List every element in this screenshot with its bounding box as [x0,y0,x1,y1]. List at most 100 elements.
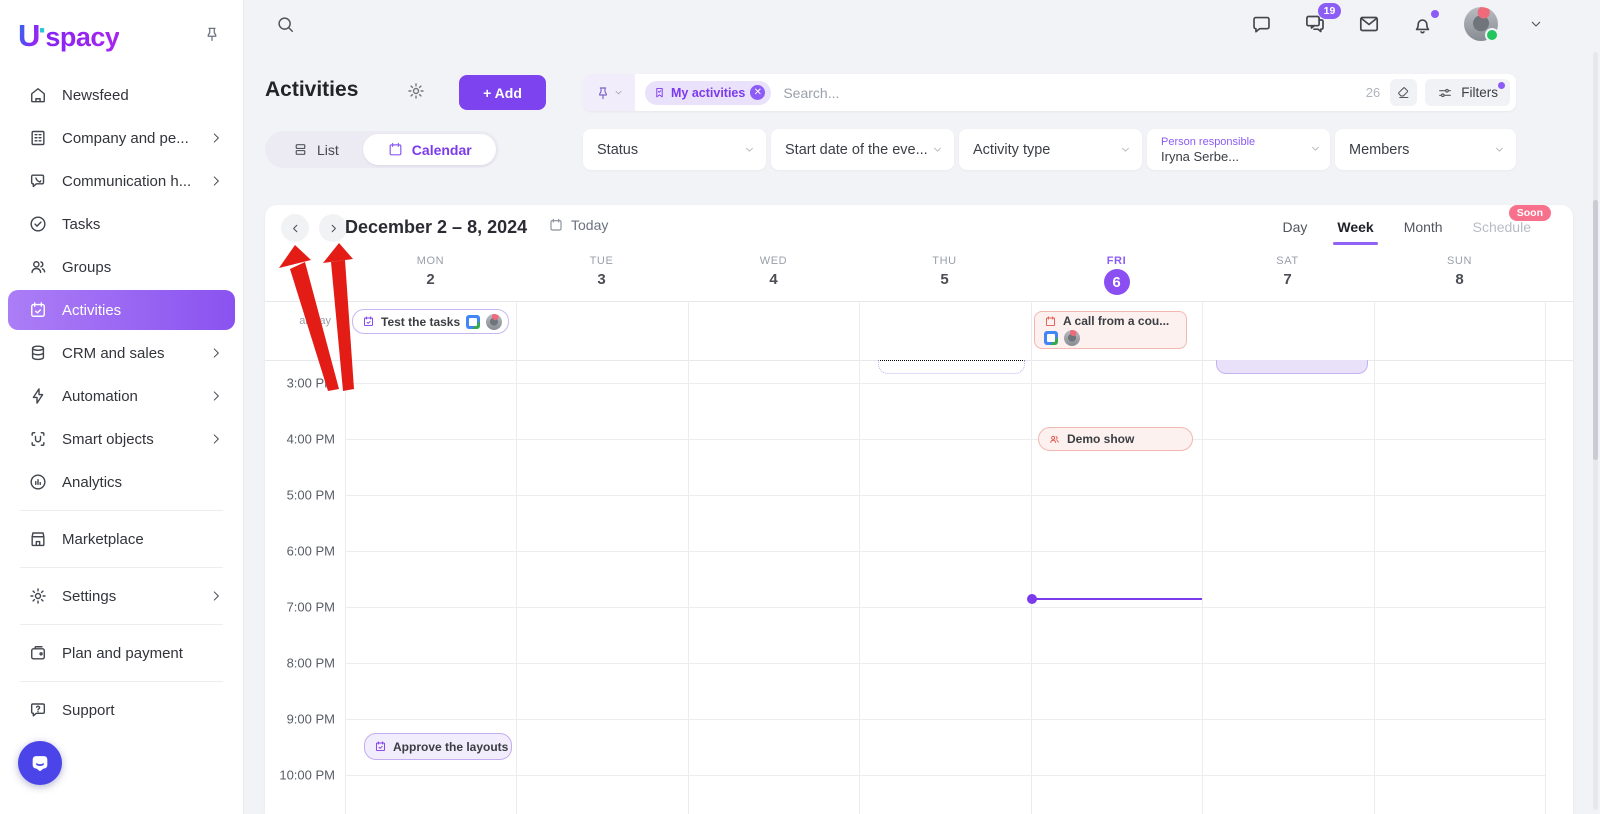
sidebar-item-label: Newsfeed [62,87,223,104]
scrollbar-thumb[interactable] [1593,200,1598,460]
lightning-icon [28,386,48,406]
sidebar-item-label: Groups [62,259,223,276]
day-date: 7 [1202,271,1373,288]
today-button[interactable]: Today [548,217,608,233]
day-header-sat[interactable]: SAT7 [1202,255,1373,288]
search-input[interactable] [781,84,1365,102]
sidebar-item-label: Marketplace [62,531,223,548]
event-test-the-tasks[interactable]: Test the tasks [352,309,509,334]
calendar-panel: December 2 – 8, 2024 Today Day Week Mont… [265,205,1573,814]
filter-person-responsible[interactable]: Person responsible Iryna Serbe... [1147,129,1330,170]
sidebar-item-support[interactable]: Support [8,690,235,730]
uspacy-logo[interactable]: U·spacy [18,14,119,54]
day-header-tue[interactable]: TUE 3 [516,255,687,288]
day-header-fri-today[interactable]: FRI6 [1031,255,1202,295]
column-line [1202,301,1203,814]
app-root: U·spacy Newsfeed Company and pe... Commu… [0,0,1600,814]
chevron-down-icon [1309,142,1322,155]
event-title: Approve the layouts [393,740,508,754]
current-time-line [1031,598,1202,600]
saved-filters-pin-button[interactable] [583,74,635,111]
view-toggle: List Calendar [265,131,499,168]
next-week-button[interactable] [319,214,347,242]
profile-menu-chevron-icon[interactable] [1528,16,1544,32]
day-date: 3 [516,271,687,288]
day-name: SUN [1374,255,1545,267]
activities-settings-gear-icon[interactable] [406,81,426,101]
messenger-icon[interactable]: 19 [1303,12,1327,36]
sidebar-item-label: Smart objects [62,431,195,448]
tab-month[interactable]: Month [1404,219,1443,235]
chat-icon[interactable] [1250,13,1273,36]
people-icon [28,257,48,277]
filter-value: Iryna Serbe... [1161,149,1239,164]
mail-icon[interactable] [1357,12,1381,36]
filter-start-date[interactable]: Start date of the eve... [771,129,954,170]
sidebar-item-company[interactable]: Company and pe... [8,118,235,158]
add-button[interactable]: + Add [459,75,546,110]
time-label: 10:00 PM [265,768,335,783]
allday-label: all day [269,315,331,327]
tab-week[interactable]: Week [1337,219,1373,235]
column-line [1545,301,1546,814]
sidebar-item-automation[interactable]: Automation [8,376,235,416]
sidebar-item-communication[interactable]: Communication h... [8,161,235,201]
filter-members[interactable]: Members [1335,129,1516,170]
notifications-bell-icon[interactable] [1411,13,1434,36]
chip-remove-icon[interactable]: ✕ [750,85,765,100]
filters-button[interactable]: Filters [1425,79,1510,106]
avatar[interactable] [1464,7,1498,41]
prev-week-button[interactable] [281,214,309,242]
event-a-call-from-a-cou[interactable]: A call from a cou... [1034,311,1187,349]
event-title: Demo show [1067,432,1134,446]
day-header-mon[interactable]: MON2 [345,255,516,288]
tab-day[interactable]: Day [1282,219,1307,235]
filter-status[interactable]: Status [583,129,766,170]
day-header-sun[interactable]: SUN8 [1374,255,1545,288]
sidebar-item-crm[interactable]: CRM and sales [8,333,235,373]
sidebar-item-label: Activities [62,302,223,319]
tab-schedule[interactable]: ScheduleSoon [1473,219,1531,235]
sidebar-item-newsfeed[interactable]: Newsfeed [8,75,235,115]
calendar-date-range: December 2 – 8, 2024 [345,217,527,238]
sidebar-item-smart-objects[interactable]: Smart objects [8,419,235,459]
calendar-view-tabs: Day Week Month ScheduleSoon [1282,219,1531,235]
clear-search-eraser-icon[interactable] [1390,79,1417,106]
search-icon[interactable] [275,14,296,35]
chevron-right-icon [209,389,223,403]
building-icon [28,128,48,148]
sidebar-item-groups[interactable]: Groups [8,247,235,287]
hour-line [345,495,1545,496]
divider [20,567,223,568]
column-line [1374,301,1375,814]
day-name: TUE [516,255,687,267]
sidebar-nav: Newsfeed Company and pe... Communication… [0,60,243,730]
event-stub-sat[interactable] [1216,360,1368,374]
support-chat-launcher[interactable] [18,741,62,785]
view-toggle-calendar[interactable]: Calendar [363,134,496,165]
view-toggle-list[interactable]: List [268,134,363,165]
sidebar-item-marketplace[interactable]: Marketplace [8,519,235,559]
event-title: Test the tasks [381,315,460,329]
divider [20,510,223,511]
filter-activity-type[interactable]: Activity type [959,129,1142,170]
filter-label: Activity type [973,142,1119,158]
day-header-wed[interactable]: WED4 [688,255,859,288]
sidebar-item-analytics[interactable]: Analytics [8,462,235,502]
sidebar-item-settings[interactable]: Settings [8,576,235,616]
pin-sidebar-icon[interactable] [203,25,221,43]
event-approve-the-layouts[interactable]: Approve the layouts [364,733,512,760]
event-demo-show[interactable]: Demo show [1038,427,1193,451]
day-header-thu[interactable]: THU5 [859,255,1030,288]
event-stub-thu[interactable] [878,360,1025,374]
chip-label: My activities [671,86,745,100]
sidebar-item-label: CRM and sales [62,345,195,362]
sidebar-item-activities[interactable]: Activities [8,290,235,330]
sidebar-item-plan-payment[interactable]: Plan and payment [8,633,235,673]
chat-phone-icon [28,171,48,191]
my-activities-filter-chip[interactable]: My activities ✕ [645,81,771,105]
sidebar-item-label: Company and pe... [62,130,195,147]
sidebar-item-tasks[interactable]: Tasks [8,204,235,244]
day-date: 4 [688,271,859,288]
time-label: 3:00 PM [265,376,335,391]
